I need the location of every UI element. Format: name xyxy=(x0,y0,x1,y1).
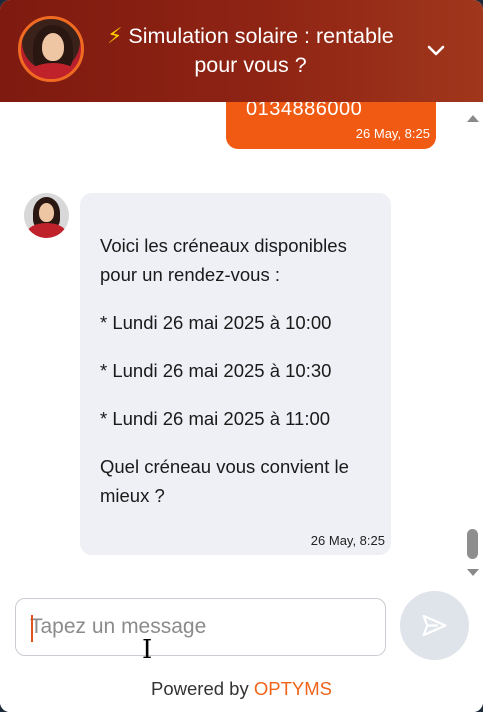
slot-option-2: * Lundi 26 mai 2025 à 10:30 xyxy=(100,360,332,381)
scrollbar[interactable] xyxy=(462,102,483,582)
composer: I Powered by OPTYMS xyxy=(0,582,483,712)
send-button[interactable] xyxy=(400,591,469,660)
agent-avatar xyxy=(18,16,84,82)
message-timestamp: 26 May, 8:25 xyxy=(355,126,430,141)
scroll-up-arrow-icon[interactable] xyxy=(467,115,479,122)
scroll-thumb[interactable] xyxy=(467,529,478,559)
send-icon xyxy=(422,614,447,637)
brand-link[interactable]: OPTYMS xyxy=(254,678,332,699)
chat-header: ⚡ Simulation solaire : rentable pour vous… xyxy=(0,0,483,102)
lightning-icon: ⚡ xyxy=(107,24,123,48)
user-message: 0134886000 26 May, 8:25 xyxy=(226,102,436,149)
scroll-down-arrow-icon[interactable] xyxy=(467,569,479,576)
chat-widget: ⚡ Simulation solaire : rentable pour vous… xyxy=(0,0,483,712)
message-list: 0134886000 26 May, 8:25 Voici les crénea… xyxy=(0,102,462,582)
chevron-down-icon[interactable] xyxy=(424,38,448,62)
user-message-text: 0134886000 xyxy=(246,102,363,120)
text-cursor-icon: I xyxy=(142,635,153,665)
bot-message-question: Quel créneau vous convient le mieux ? xyxy=(100,456,349,506)
powered-by: Powered by OPTYMS xyxy=(151,678,332,699)
slot-option-3: * Lundi 26 mai 2025 à 11:00 xyxy=(100,408,331,429)
bot-message-intro: Voici les créneaux disponibles pour un r… xyxy=(100,235,347,285)
bot-message: Voici les créneaux disponibles pour un r… xyxy=(80,193,391,555)
chat-title: ⚡ Simulation solaire : rentable pour vous… xyxy=(107,24,394,77)
bot-avatar xyxy=(24,193,69,238)
message-timestamp: 26 May, 8:25 xyxy=(310,533,385,548)
message-input[interactable] xyxy=(30,611,370,643)
text-caret xyxy=(31,615,33,642)
slot-option-1: * Lundi 26 mai 2025 à 10:00 xyxy=(100,312,332,333)
message-input-box[interactable]: I xyxy=(15,598,386,663)
